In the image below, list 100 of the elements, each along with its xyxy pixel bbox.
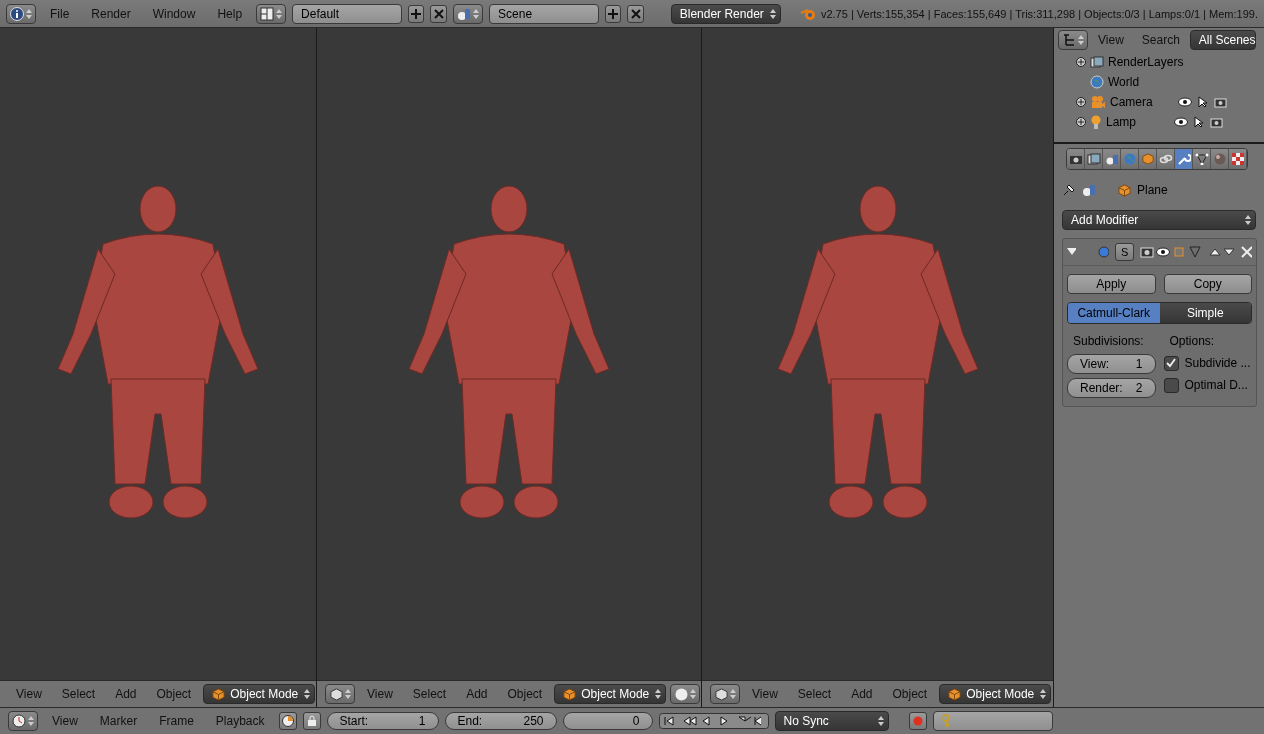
expand-icon[interactable] [1076, 97, 1086, 107]
outliner-item[interactable]: Lamp [1106, 115, 1158, 129]
preview-range-button[interactable] [278, 712, 297, 730]
action-button[interactable]: Apply [1067, 274, 1156, 294]
number-field[interactable]: View: 1 [1067, 354, 1156, 374]
camera-icon[interactable] [1214, 96, 1227, 108]
updown-arrows-icon [344, 688, 351, 700]
close-button[interactable] [430, 4, 448, 23]
menu-item[interactable]: File [42, 6, 78, 21]
subdivision-type-option[interactable]: Simple [1159, 303, 1251, 323]
properties-tab[interactable] [1067, 149, 1085, 169]
menu-item[interactable]: Playback [207, 714, 273, 728]
eye-icon[interactable] [1156, 245, 1171, 259]
add-button[interactable] [604, 4, 622, 23]
menu-item[interactable]: View [44, 714, 86, 728]
menu-item[interactable]: Object [499, 687, 551, 701]
properties-tab[interactable] [1193, 149, 1211, 169]
layout-button[interactable] [256, 3, 287, 24]
eye-icon[interactable] [1178, 97, 1192, 107]
add-modifier-dropdown[interactable]: Add Modifier [1062, 210, 1256, 230]
menu-item[interactable]: Select [53, 687, 104, 701]
end-frame-field[interactable]: End: 250 [444, 712, 557, 730]
menu-item[interactable]: Add [458, 687, 496, 701]
menu-item[interactable]: Object [884, 687, 936, 701]
subdivision-type-option[interactable]: Catmull-Clark [1068, 303, 1160, 323]
menu-item[interactable]: View [359, 687, 401, 701]
updown-arrows-icon [1040, 688, 1047, 700]
cursor-arrow-icon[interactable] [1198, 96, 1208, 108]
updown-arrows-icon [28, 715, 34, 727]
current-frame-field[interactable]: 0 [562, 712, 653, 730]
cursor-arrow-icon[interactable] [1194, 116, 1204, 128]
editor-type-button[interactable] [325, 684, 355, 704]
menu-item[interactable]: Frame [151, 714, 202, 728]
menu-item[interactable]: View [1090, 33, 1132, 47]
editor-type-button[interactable] [710, 684, 740, 704]
keying-set-field[interactable] [932, 711, 1053, 731]
camera-icon[interactable] [1210, 116, 1223, 128]
menu-item[interactable]: Help [209, 6, 251, 21]
info-icon [10, 6, 24, 21]
camera-icon[interactable] [1140, 245, 1155, 259]
number-field[interactable]: Render: 2 [1067, 378, 1156, 398]
scene-statistics: v2.75 | Verts:155,354 | Faces:155,649 | Tris:311,298 | Objects:0/3 | Lamps:0/1 | Mem:199. [820, 7, 1258, 20]
mode-dropdown[interactable]: Object Mode [203, 684, 316, 704]
menu-item[interactable]: Add [843, 687, 881, 701]
pin-icon[interactable] [1062, 183, 1076, 197]
mode-dropdown[interactable]: Object Mode [939, 684, 1052, 704]
eye-icon[interactable] [1174, 117, 1188, 127]
lock-button[interactable] [302, 712, 321, 730]
menu-item[interactable]: Window [144, 6, 204, 21]
restrict-toggles[interactable] [1178, 96, 1227, 108]
cube-icon [1118, 183, 1131, 197]
editor-type-button[interactable] [8, 711, 38, 731]
mode-dropdown[interactable]: Object Mode [554, 684, 667, 704]
option-label: Optimal D... [1184, 378, 1248, 392]
menu-item[interactable]: Object [148, 687, 200, 701]
record-button[interactable] [908, 712, 927, 730]
name-button[interactable]: S [1115, 243, 1135, 261]
add-button[interactable] [407, 4, 425, 23]
properties-tab[interactable] [1103, 149, 1121, 169]
playback-controls-icon[interactable] [658, 713, 769, 729]
triangle-vertices-icon[interactable] [1188, 245, 1203, 259]
outliner-item[interactable]: RenderLayers [1108, 55, 1184, 69]
menu-item[interactable]: Select [404, 687, 455, 701]
menu-item[interactable]: Render [83, 6, 139, 21]
outliner-item[interactable]: World [1108, 75, 1160, 89]
menu-item[interactable]: Search [1133, 33, 1188, 47]
action-button[interactable]: Copy [1163, 274, 1252, 294]
menu-item[interactable]: View [8, 687, 50, 701]
filter-dropdown[interactable]: All Scenes [1189, 30, 1256, 50]
layout-field[interactable]: Default [292, 3, 402, 24]
outliner-item[interactable]: Camera [1110, 95, 1162, 109]
scene-button[interactable] [453, 3, 484, 24]
section-label: Subdivisions: [1072, 333, 1145, 350]
expand-icon[interactable] [1076, 117, 1086, 127]
sync-dropdown[interactable]: No Sync [774, 711, 889, 731]
editor-type-button[interactable] [1058, 30, 1088, 50]
menu-item[interactable]: View [744, 687, 786, 701]
checkbox[interactable] [1163, 355, 1179, 371]
updown-arrows-icon [276, 7, 283, 20]
updown-arrows-icon [1245, 214, 1251, 226]
properties-tab[interactable] [1229, 149, 1247, 169]
menu-item[interactable]: Add [107, 687, 145, 701]
close-button[interactable] [627, 4, 644, 23]
cube-icon [948, 687, 962, 701]
menu-item[interactable]: Marker [91, 714, 146, 728]
updown-arrows-icon [729, 688, 736, 700]
up-down-arrows-icon[interactable] [1208, 245, 1235, 259]
info-editor-button[interactable] [6, 3, 36, 24]
collapse-triangle-icon[interactable] [1067, 248, 1077, 256]
render-engine-dropdown[interactable]: Blender Render [670, 3, 781, 24]
scene-field[interactable]: Scene [489, 3, 599, 24]
shading-button[interactable] [670, 684, 701, 704]
properties-tab[interactable] [1175, 149, 1193, 169]
checkbox[interactable] [1163, 377, 1179, 393]
expand-icon[interactable] [1076, 57, 1086, 67]
menu-item[interactable]: Select [789, 687, 840, 701]
close-icon[interactable] [1240, 246, 1252, 258]
properties-tab[interactable] [1157, 149, 1175, 169]
restrict-toggles[interactable] [1174, 116, 1223, 128]
start-frame-field[interactable]: Start: 1 [326, 712, 439, 730]
